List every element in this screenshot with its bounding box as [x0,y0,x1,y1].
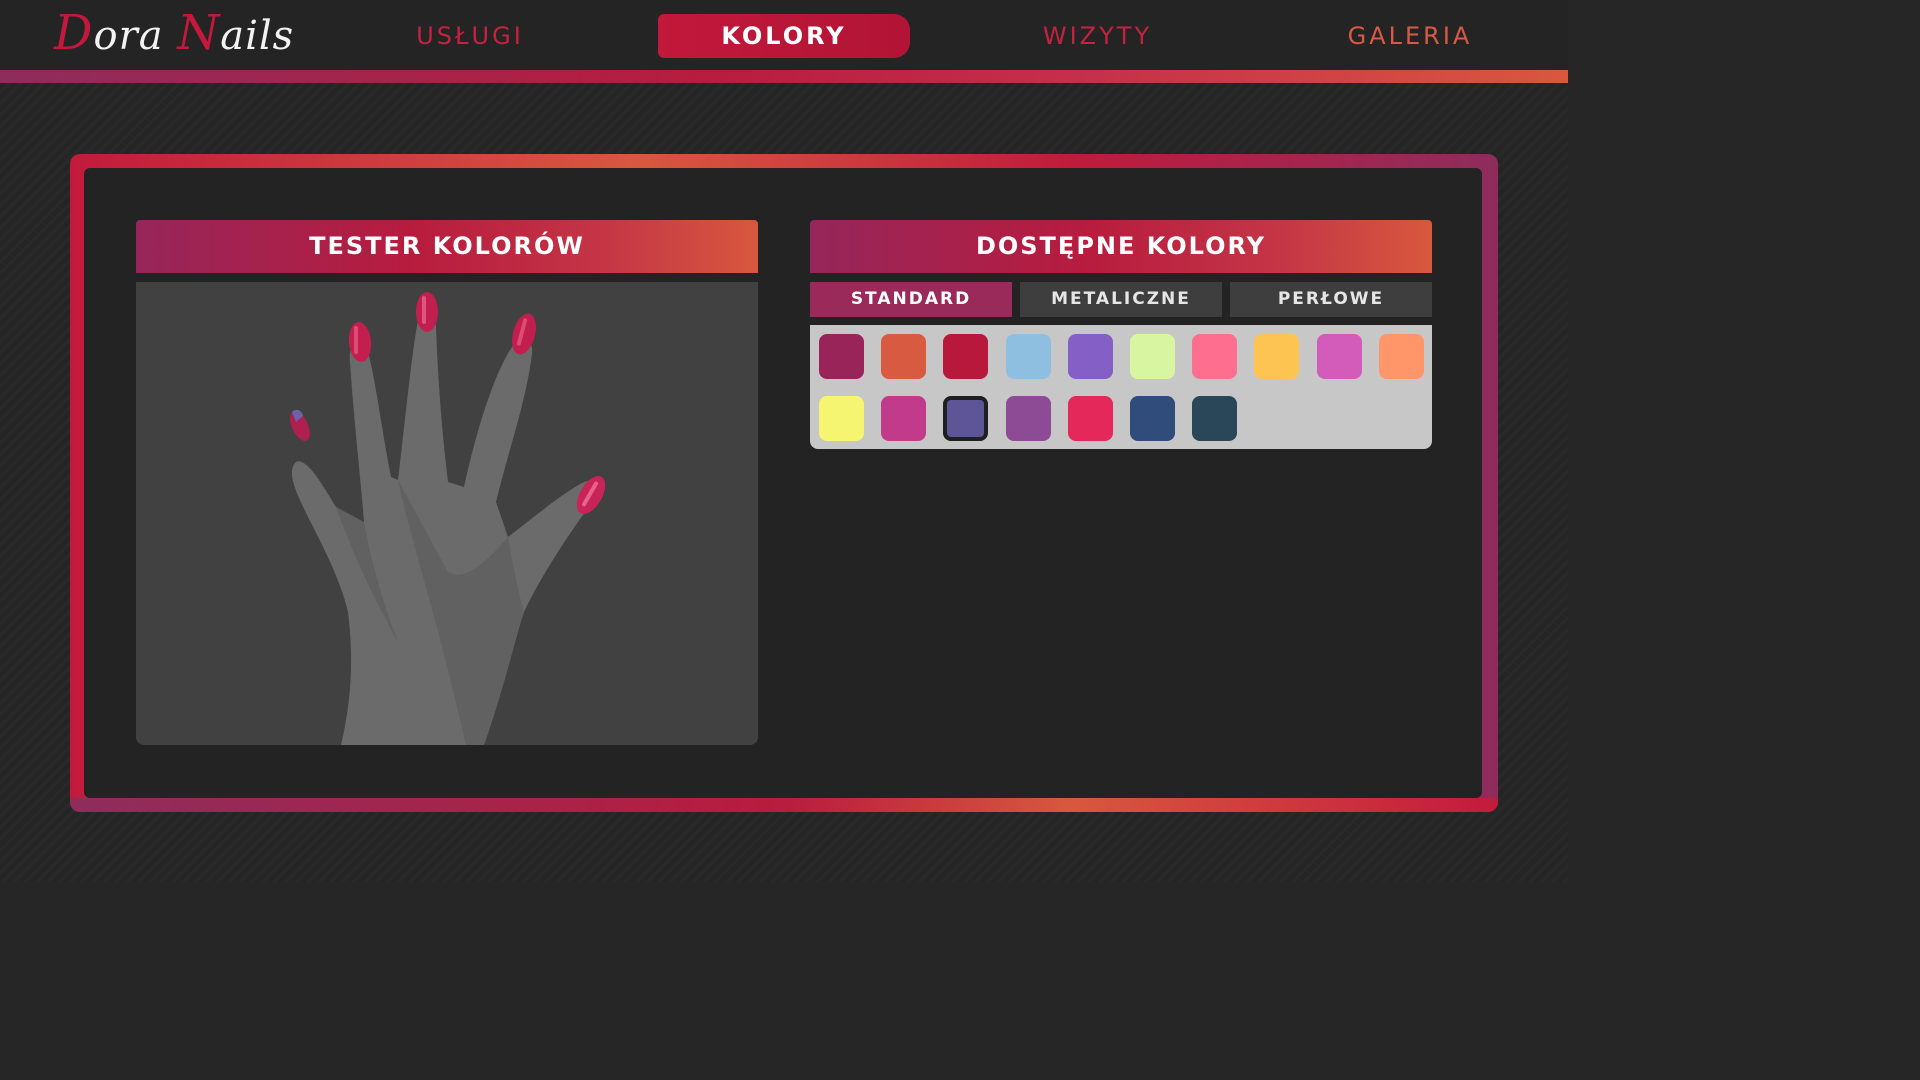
color-swatch[interactable] [1005,396,1051,441]
color-swatch[interactable] [1067,396,1113,441]
tab-metaliczne[interactable]: METALICZNE [1020,282,1222,317]
color-swatch[interactable] [943,334,989,379]
color-swatch[interactable] [1067,334,1113,379]
tab-standard[interactable]: STANDARD [810,282,1012,317]
color-swatch[interactable] [1254,334,1300,379]
logo-initial-n: N [177,5,221,61]
color-swatch[interactable] [1005,334,1051,379]
color-swatch[interactable] [1378,334,1424,379]
color-swatch[interactable] [819,334,864,379]
color-swatch-grid [810,325,1432,449]
color-swatch[interactable] [1316,334,1362,379]
header-accent-stripe [0,70,1568,83]
color-swatch[interactable] [1192,334,1238,379]
logo-text-1: ora [93,13,178,59]
nail-highlight [354,326,358,354]
nav-item-galeria[interactable]: GALERIA [1310,14,1510,58]
color-swatch[interactable] [1192,396,1238,441]
color-swatch[interactable] [881,396,927,441]
colors-panel-title: DOSTĘPNE KOLORY [810,220,1432,273]
middle-nail [416,292,438,332]
color-swatch[interactable] [943,396,989,441]
nail-highlight [422,296,426,324]
hand-preview [136,282,758,745]
hand-illustration [290,292,606,745]
color-swatch[interactable] [881,334,927,379]
logo-text-2: ails [220,13,295,59]
tester-panel-title: TESTER KOLORÓW [136,220,758,273]
frame-bottom-border [70,798,1498,812]
tab-perlowe[interactable]: PERŁOWE [1230,282,1432,317]
nav-item-uslugi[interactable]: USŁUGI [370,14,570,58]
nav-item-wizyty[interactable]: WIZYTY [1000,14,1195,58]
color-swatch[interactable] [1130,396,1175,441]
brand-logo[interactable]: Dora Nails [54,4,294,62]
color-swatch[interactable] [1130,334,1175,379]
nav-item-kolory[interactable]: KOLORY [658,14,910,58]
hand-silhouette [291,312,598,745]
top-navigation-bar: Dora Nails USŁUGI KOLORY WIZYTY GALERIA [0,0,1568,70]
logo-initial-d: D [54,5,94,61]
color-swatch[interactable] [819,396,864,441]
